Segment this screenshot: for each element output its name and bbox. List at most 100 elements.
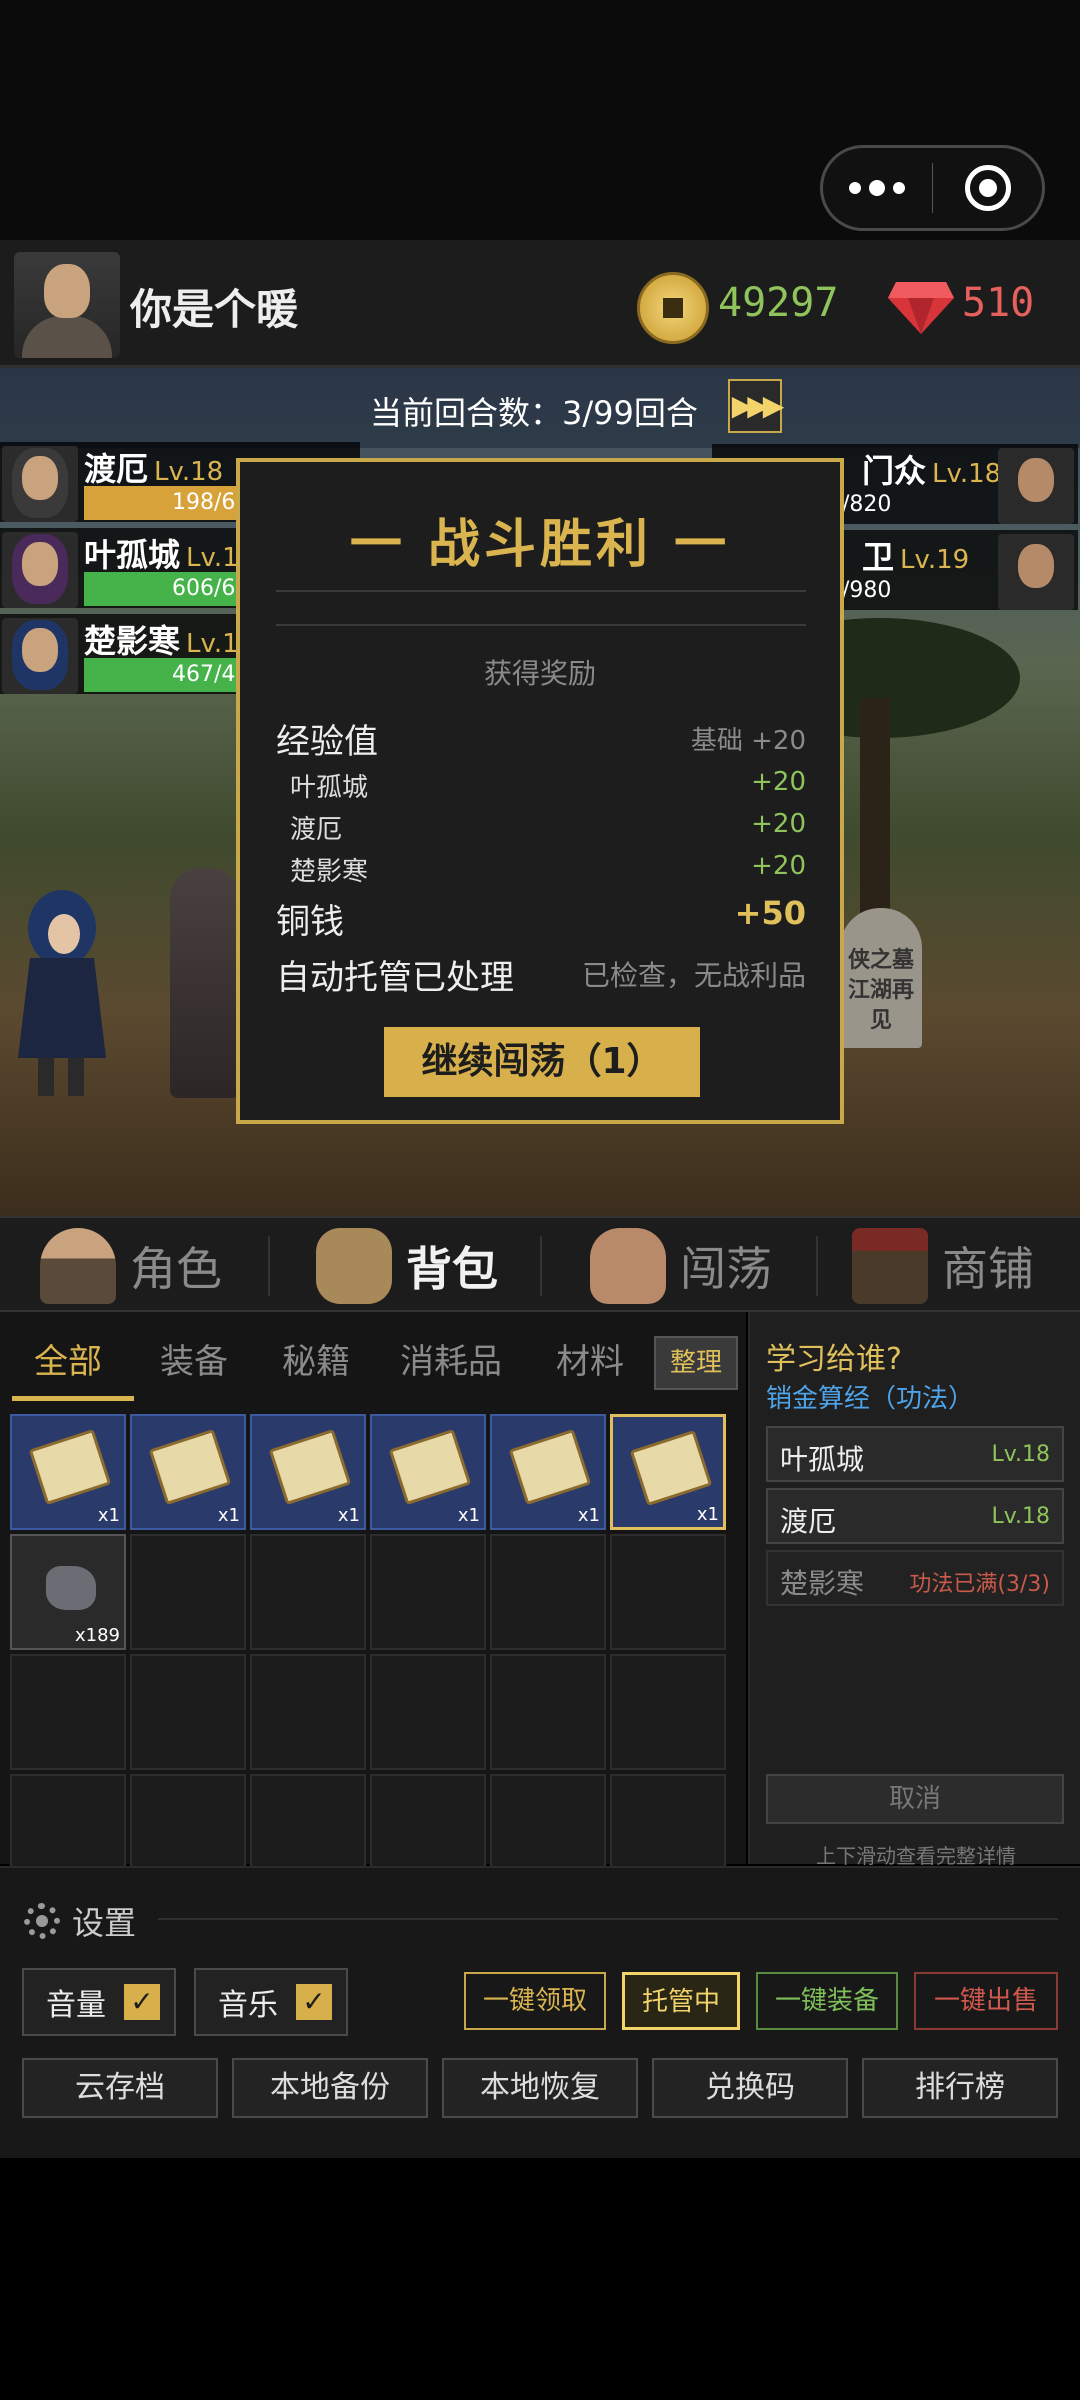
inventory-slot[interactable]: x1	[370, 1414, 486, 1530]
ally-unit[interactable]: 楚影寒 Lv.1 467/4	[0, 614, 239, 694]
nav-adventure[interactable]: 闯荡	[590, 1218, 772, 1314]
inventory-slot[interactable]	[490, 1534, 606, 1650]
tab-manuals[interactable]: 秘籍	[282, 1334, 350, 1383]
player-header: 你是个暖 49297 510	[0, 240, 1080, 368]
active-tab-underline	[12, 1396, 134, 1401]
auto-label: 自动托管已处理	[276, 958, 514, 998]
ally-portrait	[2, 446, 78, 522]
exp-label: 经验值	[276, 722, 378, 762]
inventory-slot[interactable]: x1	[130, 1414, 246, 1530]
inventory-slot[interactable]: x189	[10, 1534, 126, 1650]
learner-option[interactable]: 叶孤城 Lv.18	[766, 1426, 1064, 1482]
tab-materials[interactable]: 材料	[556, 1334, 624, 1383]
mini-program-capsule	[820, 145, 1045, 231]
ally-name: 叶孤城 Lv.1	[84, 536, 239, 574]
ally-hp-text: 467/4	[172, 662, 236, 687]
system-top-area	[0, 0, 1080, 240]
nav-backpack[interactable]: 背包	[316, 1218, 498, 1314]
manual-book-icon	[148, 1428, 232, 1506]
redeem-code-button[interactable]: 兑换码	[652, 2058, 848, 2118]
ally-unit[interactable]: 叶孤城 Lv.1 606/60	[0, 528, 249, 608]
learner-option-disabled: 楚影寒 功法已满(3/3)	[766, 1550, 1064, 1606]
local-restore-button[interactable]: 本地恢复	[442, 2058, 638, 2118]
item-count: x1	[97, 1505, 120, 1526]
inventory-slot[interactable]	[610, 1654, 726, 1770]
local-backup-button[interactable]: 本地备份	[232, 2058, 428, 2118]
round-counter: 当前回合数：3/99回合	[370, 394, 698, 432]
enemy-portrait	[998, 534, 1074, 610]
auto-manage-button[interactable]: 托管中	[622, 1972, 740, 2030]
music-toggle[interactable]: 音乐 ✓	[194, 1968, 348, 2036]
manual-book-icon	[508, 1428, 592, 1506]
scroll-hint: 上下滑动查看完整详情	[816, 1844, 1016, 1868]
enemy-name: 门众 Lv.18	[862, 452, 1002, 490]
inventory-slot[interactable]	[370, 1534, 486, 1650]
item-count: x1	[457, 1505, 480, 1526]
ally-portrait	[2, 618, 78, 694]
inventory-slot[interactable]: x1	[250, 1414, 366, 1530]
ally-portrait	[2, 532, 78, 608]
item-count: x1	[337, 1505, 360, 1526]
round-bar: 当前回合数：3/99回合 ▶▶▶	[0, 368, 1080, 448]
bag-tabs: 全部 装备 秘籍 消耗品 材料 整理	[0, 1312, 746, 1404]
backpack-panel: 全部 装备 秘籍 消耗品 材料 整理 x1 x1 x1 x1 x1 x1 x189	[0, 1312, 746, 1890]
manual-book-icon	[28, 1428, 112, 1506]
equip-all-button[interactable]: 一键装备	[756, 1972, 898, 2030]
nav-shop[interactable]: 商铺	[852, 1218, 1034, 1314]
close-target-icon[interactable]	[933, 148, 1042, 228]
item-count: x189	[74, 1625, 120, 1646]
tab-consumables[interactable]: 消耗品	[400, 1334, 502, 1383]
nav-divider	[816, 1236, 818, 1296]
coin-value: +50	[734, 894, 806, 932]
inventory-slot[interactable]: x1	[610, 1414, 726, 1530]
fist-icon	[590, 1228, 666, 1304]
tab-all[interactable]: 全部	[34, 1334, 102, 1383]
nav-character[interactable]: 角色	[40, 1218, 222, 1314]
learn-title: 学习给谁?	[766, 1342, 902, 1377]
continue-adventure-button[interactable]: 继续闯荡（1）	[384, 1027, 700, 1097]
enemy-hp-text: /980	[842, 578, 892, 603]
inventory-slot[interactable]	[250, 1654, 366, 1770]
checkbox-icon[interactable]: ✓	[124, 1984, 160, 2020]
enemy-portrait	[998, 448, 1074, 524]
player-name: 你是个暖	[130, 285, 299, 334]
shop-icon	[852, 1228, 928, 1304]
inventory-slot[interactable]: x1	[490, 1414, 606, 1530]
gold-coin-icon	[637, 272, 709, 344]
settings-title: 设置	[72, 1904, 137, 1942]
victory-modal: 一 战斗胜利 一 获得奖励 经验值 基础 +20 叶孤城 +20 渡厄 +20 楚影…	[236, 458, 844, 1124]
cloud-save-button[interactable]: 云存档	[22, 2058, 218, 2118]
inventory-slot[interactable]: x1	[10, 1414, 126, 1530]
hero-sprite-fighter	[170, 868, 240, 1098]
inventory-slot[interactable]	[130, 1534, 246, 1650]
item-count: x1	[577, 1505, 600, 1526]
ore-icon	[46, 1566, 96, 1610]
learn-panel: 学习给谁? 销金算经（功法） 叶孤城 Lv.18 渡厄 Lv.18 楚影寒 功法已满(…	[748, 1312, 1080, 1868]
inventory-slot[interactable]	[610, 1534, 726, 1650]
leaderboard-button[interactable]: 排行榜	[862, 2058, 1058, 2118]
checkbox-icon[interactable]: ✓	[296, 1984, 332, 2020]
player-avatar[interactable]	[14, 252, 120, 358]
learner-option[interactable]: 渡厄 Lv.18	[766, 1488, 1064, 1544]
sell-all-button[interactable]: 一键出售	[914, 1972, 1058, 2030]
gear-icon	[24, 1903, 60, 1939]
inventory-slot[interactable]	[130, 1654, 246, 1770]
manual-book-icon	[388, 1428, 472, 1506]
inventory-slot[interactable]	[10, 1654, 126, 1770]
more-icon[interactable]	[823, 148, 932, 228]
tab-equipment[interactable]: 装备	[160, 1334, 228, 1383]
settings-header: 设置	[24, 1898, 136, 1944]
inventory-slot[interactable]	[250, 1534, 366, 1650]
fast-forward-button[interactable]: ▶▶▶	[728, 379, 784, 433]
inventory-slot[interactable]	[370, 1654, 486, 1770]
claim-all-button[interactable]: 一键领取	[464, 1972, 606, 2030]
inventory-slot[interactable]	[490, 1654, 606, 1770]
character-icon	[40, 1228, 116, 1304]
nav-divider	[268, 1236, 270, 1296]
ally-name: 楚影寒 Lv.1	[84, 622, 239, 660]
cancel-button[interactable]: 取消	[766, 1774, 1064, 1824]
sort-button[interactable]: 整理	[654, 1336, 738, 1390]
item-count: x1	[696, 1504, 719, 1525]
divider	[276, 590, 806, 592]
volume-toggle[interactable]: 音量 ✓	[22, 1968, 176, 2036]
